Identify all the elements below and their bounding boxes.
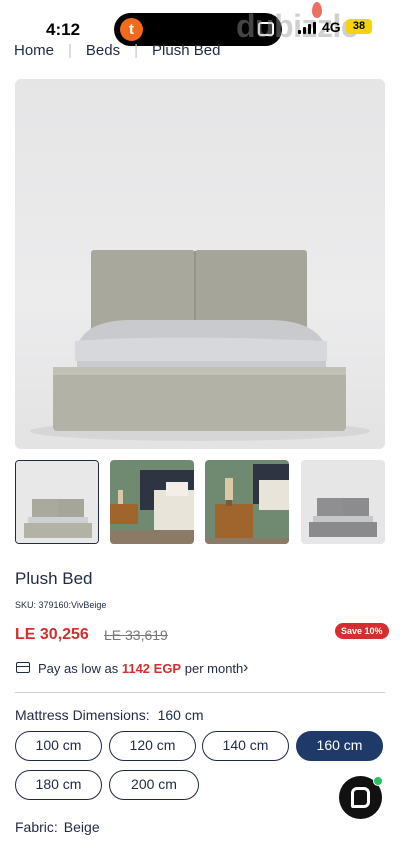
installment-prefix: Pay as low as: [38, 661, 119, 676]
thumbnail-1[interactable]: [15, 460, 99, 544]
size-option-100[interactable]: 100 cm: [15, 731, 102, 761]
chat-icon: [351, 787, 370, 808]
breadcrumb-home[interactable]: Home: [14, 42, 54, 59]
breadcrumb-separator: |: [68, 42, 72, 59]
product-main-image[interactable]: [15, 79, 385, 449]
fabric-label-text: Fabric:: [15, 819, 58, 835]
discount-badge: Save 10%: [335, 623, 389, 639]
breadcrumb-beds[interactable]: Beds: [86, 42, 120, 59]
thumbnail-4[interactable]: [301, 460, 385, 544]
size-option-140[interactable]: 140 cm: [202, 731, 289, 761]
status-bar: 4:12 t dubizzle 4G 38: [0, 0, 400, 48]
flame-icon: [312, 2, 322, 18]
installment-text: Pay as low as 1142 EGP per month: [38, 661, 243, 676]
installment-suffix: per month: [184, 661, 244, 676]
product-title: Plush Bed: [15, 569, 93, 588]
size-option-160[interactable]: 160 cm: [296, 731, 383, 761]
installment-amount: 1142 EGP: [121, 661, 182, 676]
size-option-120[interactable]: 120 cm: [109, 731, 196, 761]
size-option-200[interactable]: 200 cm: [109, 770, 199, 800]
bed-illustration: [30, 250, 370, 441]
online-indicator: [373, 776, 383, 786]
fabric-option-label: Fabric: Beige: [15, 819, 100, 835]
chevron-right-icon: ›: [243, 659, 249, 676]
thumbnail-3[interactable]: [205, 460, 289, 544]
thumbnail-2[interactable]: [110, 460, 194, 544]
chat-button[interactable]: [339, 776, 383, 819]
product-sku: SKU: 379160:VivBeige: [15, 600, 107, 610]
mattress-selected-value: 160 cm: [157, 707, 204, 723]
status-time: 4:12: [46, 20, 81, 39]
app-badge-icon: t: [120, 18, 143, 41]
divider: [15, 692, 385, 693]
installment-link[interactable]: Pay as low as 1142 EGP per month ›: [15, 659, 385, 680]
breadcrumb-separator: |: [134, 42, 139, 59]
breadcrumb: Home | Beds | Plush Bed: [14, 42, 220, 59]
breadcrumb-current: Plush Bed: [152, 42, 221, 59]
current-price: LE 30,256: [15, 626, 89, 643]
thumbnail-strip: [15, 460, 385, 545]
original-price: LE 33,619: [104, 627, 168, 643]
fabric-selected-value: Beige: [63, 819, 100, 835]
signal-icon: [298, 22, 316, 34]
size-option-180[interactable]: 180 cm: [15, 770, 102, 800]
battery-icon: 38: [346, 19, 372, 34]
mattress-label-text: Mattress Dimensions:: [15, 707, 150, 723]
network-type: 4G: [322, 19, 341, 35]
mattress-dimensions-label: Mattress Dimensions: 160 cm: [15, 707, 204, 723]
credit-card-icon: [16, 662, 30, 673]
